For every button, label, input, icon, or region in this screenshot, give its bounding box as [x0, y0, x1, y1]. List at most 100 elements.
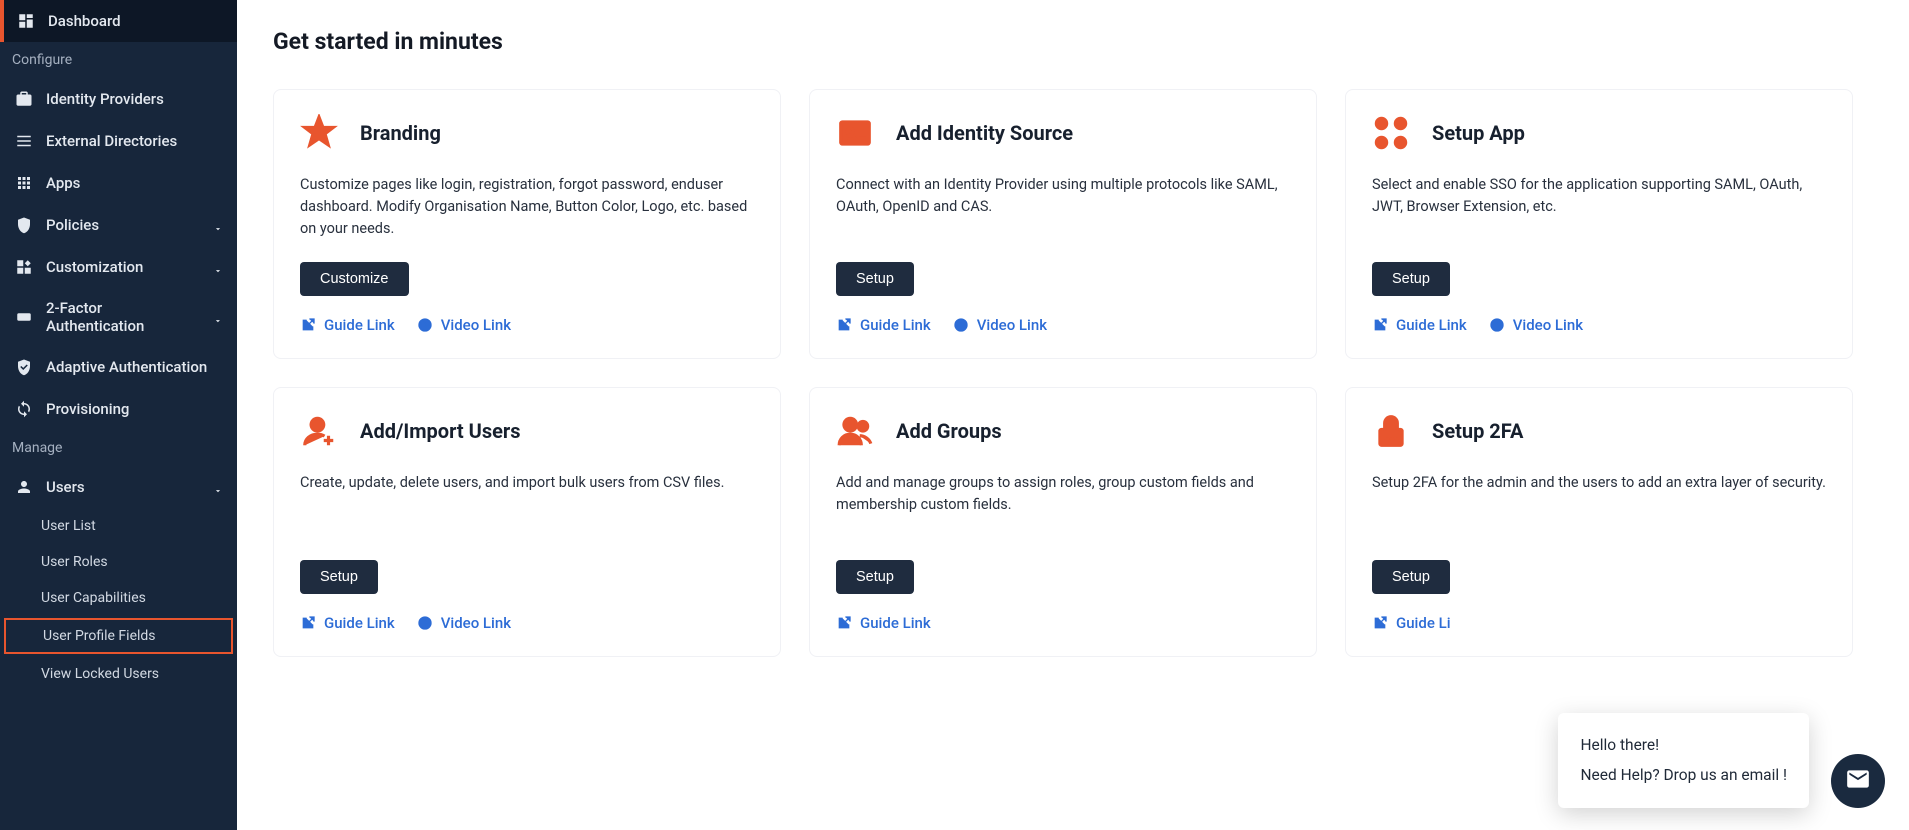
link-label: Guide Link — [860, 316, 931, 334]
card-desc: Setup 2FA for the admin and the users to… — [1372, 472, 1826, 538]
card-desc: Connect with an Identity Provider using … — [836, 174, 1290, 240]
sidebar-subitem-user-list[interactable]: User List — [0, 508, 237, 544]
link-label: Guide Link — [1396, 316, 1467, 334]
sync-icon — [14, 399, 34, 419]
card-desc: Customize pages like login, registration… — [300, 174, 754, 240]
sidebar-subitem-user-capabilities[interactable]: User Capabilities — [0, 580, 237, 616]
sidebar: Dashboard Configure Identity Providers E… — [0, 0, 237, 830]
guide-link[interactable]: Guide Link — [300, 316, 395, 334]
main-content: Get started in minutes Branding Customiz… — [237, 0, 1909, 830]
sidebar-subitem-user-profile-fields[interactable]: User Profile Fields — [4, 618, 233, 654]
id-badge-icon — [836, 114, 874, 152]
shield-check-icon — [14, 357, 34, 377]
sidebar-label: Policies — [46, 216, 99, 234]
users-group-icon — [836, 412, 874, 450]
guide-link[interactable]: Guide Li — [1372, 614, 1451, 632]
card-title: Add/Import Users — [360, 419, 521, 443]
sidebar-subitem-user-roles[interactable]: User Roles — [0, 544, 237, 580]
card-setup-2fa: Setup 2FA Setup 2FA for the admin and th… — [1345, 387, 1853, 657]
video-link[interactable]: Video Link — [1489, 316, 1583, 334]
sidebar-label: Apps — [46, 174, 80, 192]
chevron-down-icon — [213, 262, 223, 272]
link-label: Guide Li — [1396, 614, 1451, 632]
apps-icon — [14, 173, 34, 193]
star-icon — [300, 114, 338, 152]
customize-button[interactable]: Customize — [300, 262, 409, 296]
chat-fab-button[interactable] — [1831, 754, 1885, 808]
card-title: Setup 2FA — [1432, 419, 1523, 443]
chevron-down-icon — [213, 482, 223, 492]
chat-popup: Hello there! Need Help? Drop us an email… — [1558, 713, 1809, 808]
id-card-icon — [14, 89, 34, 109]
sidebar-label: Users — [46, 478, 85, 496]
link-label: Guide Link — [860, 614, 931, 632]
sidebar-section-configure: Configure — [0, 42, 237, 78]
sidebar-item-external-directories[interactable]: External Directories — [0, 120, 237, 162]
chat-line: Need Help? Drop us an email ! — [1580, 761, 1787, 790]
link-label: Guide Link — [324, 316, 395, 334]
sidebar-section-manage: Manage — [0, 430, 237, 466]
card-add-groups: Add Groups Add and manage groups to assi… — [809, 387, 1317, 657]
setup-button[interactable]: Setup — [300, 560, 378, 594]
sidebar-item-identity-providers[interactable]: Identity Providers — [0, 78, 237, 120]
sidebar-item-apps[interactable]: Apps — [0, 162, 237, 204]
sidebar-item-policies[interactable]: Policies — [0, 204, 237, 246]
sidebar-label: Customization — [46, 258, 143, 276]
numbers-icon — [14, 307, 34, 327]
grid-icon — [1372, 114, 1410, 152]
widgets-icon — [14, 257, 34, 277]
card-add-import-users: Add/Import Users Create, update, delete … — [273, 387, 781, 657]
chevron-down-icon — [213, 220, 223, 230]
guide-link[interactable]: Guide Link — [836, 316, 931, 334]
setup-button[interactable]: Setup — [1372, 560, 1450, 594]
chevron-down-icon — [213, 312, 223, 322]
card-setup-app: Setup App Select and enable SSO for the … — [1345, 89, 1853, 359]
dashboard-icon — [16, 11, 36, 31]
setup-button[interactable]: Setup — [1372, 262, 1450, 296]
guide-link[interactable]: Guide Link — [836, 614, 931, 632]
sidebar-item-provisioning[interactable]: Provisioning — [0, 388, 237, 430]
link-label: Guide Link — [324, 614, 395, 632]
card-title: Branding — [360, 121, 441, 145]
sidebar-item-customization[interactable]: Customization — [0, 246, 237, 288]
sidebar-label: 2-Factor Authentication — [46, 299, 201, 335]
card-branding: Branding Customize pages like login, reg… — [273, 89, 781, 359]
sidebar-item-dashboard[interactable]: Dashboard — [0, 0, 237, 42]
list-icon — [14, 131, 34, 151]
card-title: Add Groups — [896, 419, 1002, 443]
setup-button[interactable]: Setup — [836, 560, 914, 594]
lock-icon — [1372, 412, 1410, 450]
card-title: Add Identity Source — [896, 121, 1073, 145]
shield-icon — [14, 215, 34, 235]
sidebar-label: Identity Providers — [46, 90, 164, 108]
sidebar-item-users[interactable]: Users — [0, 466, 237, 508]
link-label: Video Link — [441, 316, 511, 334]
guide-link[interactable]: Guide Link — [300, 614, 395, 632]
user-icon — [14, 477, 34, 497]
page-title: Get started in minutes — [273, 28, 1853, 55]
card-title: Setup App — [1432, 121, 1525, 145]
card-desc: Select and enable SSO for the applicatio… — [1372, 174, 1826, 240]
card-grid: Branding Customize pages like login, reg… — [273, 89, 1853, 657]
sidebar-item-adaptive-auth[interactable]: Adaptive Authentication — [0, 346, 237, 388]
link-label: Video Link — [977, 316, 1047, 334]
video-link[interactable]: Video Link — [417, 614, 511, 632]
chat-line: Hello there! — [1580, 731, 1787, 760]
user-plus-icon — [300, 412, 338, 450]
setup-button[interactable]: Setup — [836, 262, 914, 296]
card-desc: Create, update, delete users, and import… — [300, 472, 754, 538]
sidebar-label: Provisioning — [46, 400, 129, 418]
link-label: Video Link — [441, 614, 511, 632]
guide-link[interactable]: Guide Link — [1372, 316, 1467, 334]
link-label: Video Link — [1513, 316, 1583, 334]
video-link[interactable]: Video Link — [953, 316, 1047, 334]
mail-icon — [1845, 766, 1871, 796]
card-desc: Add and manage groups to assign roles, g… — [836, 472, 1290, 538]
card-add-identity-source: Add Identity Source Connect with an Iden… — [809, 89, 1317, 359]
sidebar-subitem-view-locked-users[interactable]: View Locked Users — [0, 656, 237, 692]
sidebar-label: External Directories — [46, 132, 177, 150]
sidebar-item-2fa[interactable]: 2-Factor Authentication — [0, 288, 237, 346]
sidebar-label: Dashboard — [48, 12, 121, 30]
video-link[interactable]: Video Link — [417, 316, 511, 334]
sidebar-label: Adaptive Authentication — [46, 358, 207, 376]
